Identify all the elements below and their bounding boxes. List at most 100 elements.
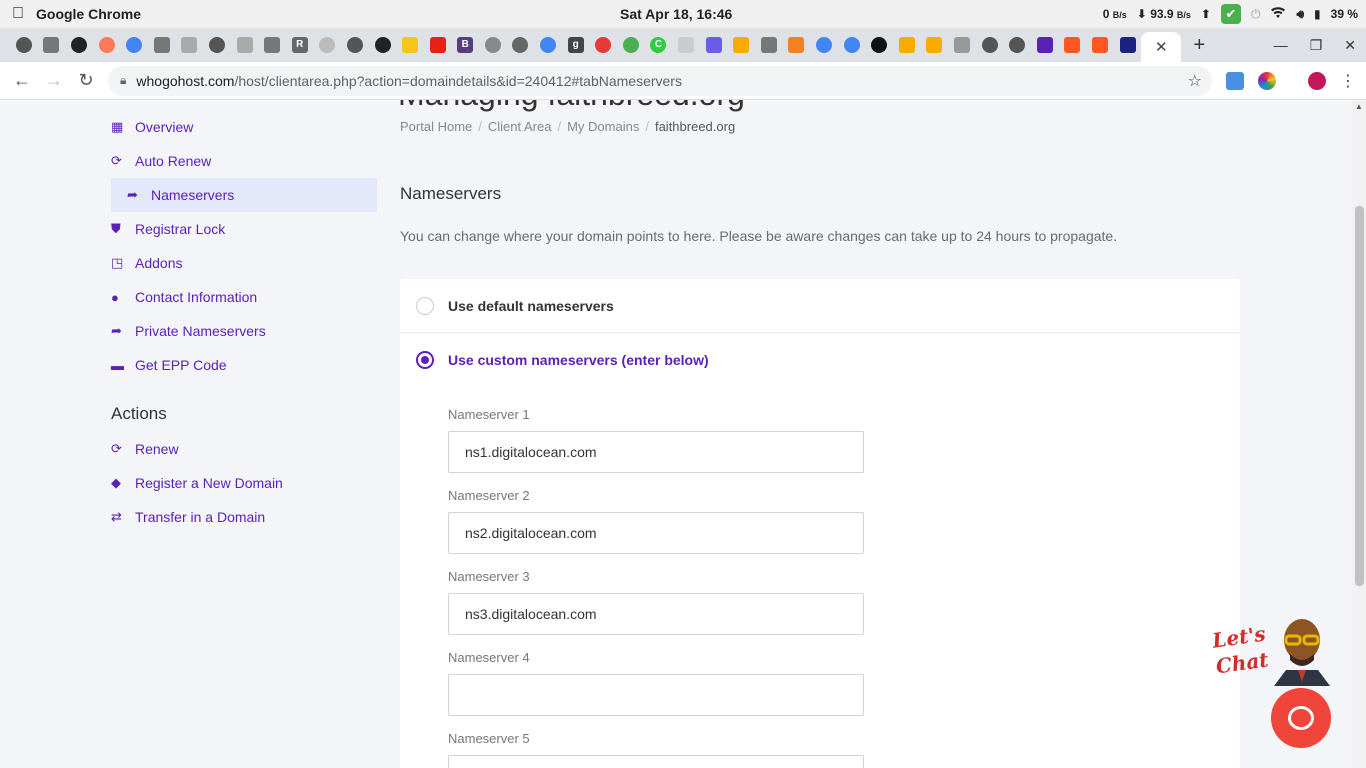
tab[interactable]: R bbox=[286, 28, 314, 62]
breadcrumb-my-domains[interactable]: My Domains bbox=[567, 119, 639, 134]
tab[interactable] bbox=[203, 28, 231, 62]
tab[interactable] bbox=[589, 28, 617, 62]
breadcrumb: Portal Home / Client Area / My Domains /… bbox=[400, 119, 735, 134]
tab[interactable] bbox=[93, 28, 121, 62]
tab[interactable] bbox=[38, 28, 66, 62]
tab[interactable] bbox=[1003, 28, 1031, 62]
nameserver-3-input[interactable] bbox=[448, 593, 864, 635]
nameserver-4-input[interactable] bbox=[448, 674, 864, 716]
tab[interactable] bbox=[865, 28, 893, 62]
analytics-icon bbox=[926, 37, 943, 53]
net-up-value: 0 bbox=[1102, 7, 1110, 21]
breadcrumb-portal-home[interactable]: Portal Home bbox=[400, 119, 472, 134]
breadcrumb-separator: / bbox=[557, 119, 562, 134]
tab[interactable] bbox=[507, 28, 535, 62]
tab[interactable] bbox=[810, 28, 838, 62]
nameserver-1-input[interactable] bbox=[448, 431, 864, 473]
sidebar-item-addons[interactable]: ◳ Addons bbox=[111, 246, 377, 280]
avatar[interactable] bbox=[1308, 71, 1326, 90]
radio-custom[interactable] bbox=[416, 351, 434, 369]
tab[interactable] bbox=[314, 28, 342, 62]
sidebar-item-auto-renew[interactable]: ⟳ Auto Renew bbox=[111, 144, 377, 178]
tab-active[interactable]: ✕ bbox=[1141, 32, 1182, 62]
tab[interactable] bbox=[976, 28, 1004, 62]
scroll-up-arrow-icon[interactable]: ▲ bbox=[1355, 102, 1363, 111]
system-clock[interactable]: Sat Apr 18, 16:46 bbox=[620, 6, 732, 22]
minimize-icon[interactable]: — bbox=[1274, 37, 1288, 54]
apple-icon[interactable]:  bbox=[0, 5, 36, 23]
tab[interactable] bbox=[120, 28, 148, 62]
tab[interactable] bbox=[1031, 28, 1059, 62]
lock-icon[interactable]: 🔒︎ bbox=[120, 73, 126, 88]
bookmark-star-icon[interactable]: ☆ bbox=[1188, 71, 1202, 91]
tab[interactable] bbox=[10, 28, 38, 62]
google-icon bbox=[816, 37, 833, 53]
sidebar-item-contact-information[interactable]: ● Contact Information bbox=[111, 280, 377, 314]
sidebar-item-nameservers[interactable]: ➦ Nameservers bbox=[111, 178, 377, 212]
tab[interactable] bbox=[1114, 28, 1142, 62]
sidebar-item-private-nameservers[interactable]: ➦ Private Nameservers bbox=[111, 314, 377, 348]
menu-icon[interactable]: ⋮ bbox=[1340, 71, 1356, 91]
action-transfer-domain[interactable]: ⇄ Transfer in a Domain bbox=[111, 500, 377, 534]
back-button[interactable]: ← bbox=[6, 70, 38, 91]
nameserver-2-input[interactable] bbox=[448, 512, 864, 554]
tab[interactable] bbox=[783, 28, 811, 62]
tab[interactable] bbox=[258, 28, 286, 62]
tab[interactable] bbox=[617, 28, 645, 62]
maximize-icon[interactable]: ❐ bbox=[1310, 37, 1323, 54]
tab[interactable] bbox=[1086, 28, 1114, 62]
sidebar-item-epp-code[interactable]: ▬ Get EPP Code bbox=[111, 348, 377, 382]
volume-icon[interactable]: 🔊︎ bbox=[1296, 7, 1304, 22]
tab[interactable] bbox=[534, 28, 562, 62]
tab[interactable] bbox=[700, 28, 728, 62]
tab[interactable] bbox=[1059, 28, 1087, 62]
tab[interactable]: B bbox=[452, 28, 480, 62]
tab[interactable] bbox=[948, 28, 976, 62]
tab[interactable] bbox=[893, 28, 921, 62]
option-custom-nameservers[interactable]: Use custom nameservers (enter below) bbox=[400, 333, 1240, 387]
new-tab-button[interactable]: + bbox=[1181, 34, 1217, 57]
tab[interactable] bbox=[231, 28, 259, 62]
radio-default[interactable] bbox=[416, 296, 434, 315]
check-icon[interactable]: ✔ bbox=[1220, 4, 1241, 24]
power-icon[interactable]: ⏻ bbox=[1251, 7, 1261, 22]
close-window-icon[interactable]: ✕ bbox=[1344, 37, 1356, 54]
breadcrumb-separator: / bbox=[645, 119, 649, 134]
tab[interactable] bbox=[838, 28, 866, 62]
tab[interactable] bbox=[341, 28, 369, 62]
address-bar[interactable]: 🔒︎ whogohost.com/host/clientarea.php?act… bbox=[108, 65, 1212, 96]
action-register-domain[interactable]: ◆ Register a New Domain bbox=[111, 466, 377, 500]
tab[interactable] bbox=[479, 28, 507, 62]
action-renew[interactable]: ⟳ Renew bbox=[111, 432, 377, 466]
battery-icon[interactable]: ▮ bbox=[1314, 7, 1321, 21]
forward-button[interactable]: → bbox=[38, 70, 70, 91]
breadcrumb-client-area[interactable]: Client Area bbox=[488, 119, 552, 134]
wifi-icon[interactable] bbox=[1270, 6, 1286, 22]
sidebar-item-registrar-lock[interactable]: ⛊ Registrar Lock bbox=[111, 212, 377, 246]
page-scrollbar[interactable]: ▲ bbox=[1352, 100, 1366, 768]
scrollbar-thumb[interactable] bbox=[1355, 206, 1364, 586]
tab[interactable] bbox=[396, 28, 424, 62]
reload-button[interactable]: ↻ bbox=[70, 70, 102, 91]
extension-icon[interactable] bbox=[1226, 71, 1244, 90]
chat-launcher-button[interactable] bbox=[1271, 688, 1331, 748]
tab[interactable] bbox=[65, 28, 93, 62]
tab[interactable] bbox=[148, 28, 176, 62]
sidebar-item-overview[interactable]: ▦ Overview bbox=[111, 110, 377, 144]
color-picker-icon[interactable] bbox=[1258, 71, 1276, 90]
tab[interactable] bbox=[369, 28, 397, 62]
leaf-icon bbox=[622, 37, 639, 53]
analytics-icon bbox=[733, 37, 750, 53]
close-icon[interactable]: ✕ bbox=[1155, 38, 1168, 56]
tab[interactable] bbox=[727, 28, 755, 62]
tab[interactable] bbox=[672, 28, 700, 62]
option-default-nameservers[interactable]: Use default nameservers bbox=[400, 279, 1240, 333]
nameserver-5-input[interactable] bbox=[448, 755, 864, 768]
action-label: Register a New Domain bbox=[135, 475, 283, 491]
tab[interactable] bbox=[755, 28, 783, 62]
tab[interactable]: C bbox=[645, 28, 673, 62]
tab[interactable]: g bbox=[562, 28, 590, 62]
tab[interactable] bbox=[921, 28, 949, 62]
tab[interactable] bbox=[176, 28, 204, 62]
tab[interactable] bbox=[424, 28, 452, 62]
